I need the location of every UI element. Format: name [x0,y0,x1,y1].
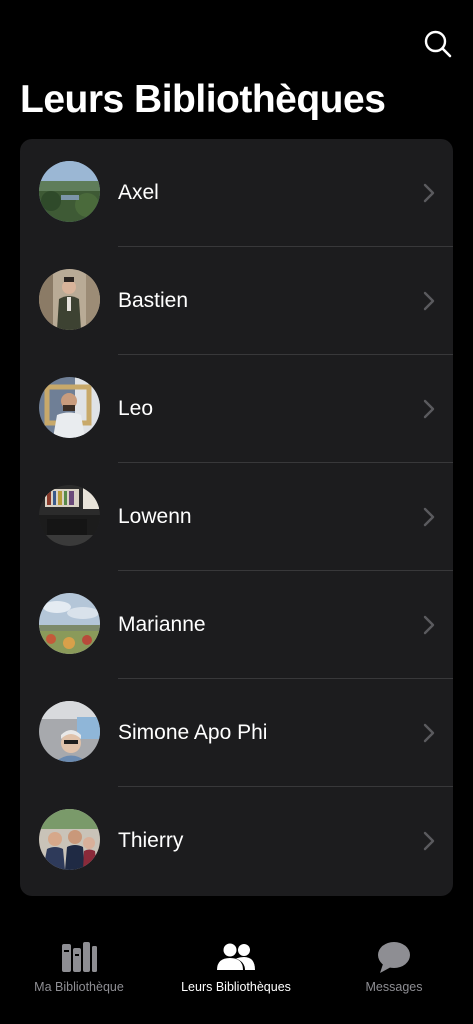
chat-bubble-icon [378,942,410,973]
avatar [39,593,100,654]
chevron-right-icon [423,723,435,743]
tab-leurs-bibliotheques[interactable]: Leurs Bibliothèques [157,940,315,1000]
search-button[interactable] [420,26,456,62]
friend-row-marianne[interactable]: Marianne [20,571,453,679]
friend-row-lowenn[interactable]: Lowenn [20,463,453,571]
friend-name: Bastien [118,289,189,312]
avatar [39,161,100,222]
tab-ma-bibliotheque[interactable]: Ma Bibliothèque [0,940,158,1000]
friends-list: Axel Bastien Leo Lowenn Marianne Simone … [20,139,453,896]
friend-row-leo[interactable]: Leo [20,355,453,463]
chevron-right-icon [423,399,435,419]
chevron-right-icon [423,183,435,203]
page-title: Leurs Bibliothèques [20,78,386,121]
tab-messages[interactable]: Messages [315,940,473,1000]
search-icon [424,30,452,58]
friend-name: Marianne [118,613,206,636]
friend-name: Thierry [118,829,184,852]
books-icon [62,942,97,972]
chevron-right-icon [423,291,435,311]
friend-name: Axel [118,181,159,204]
avatar [39,701,100,762]
friend-row-bastien[interactable]: Bastien [20,247,453,355]
tab-label: Leurs Bibliothèques [181,980,291,994]
friend-name: Leo [118,397,154,420]
avatar [39,377,100,438]
avatar [39,485,100,546]
friend-name: Simone Apo Phi [118,721,268,744]
tab-label: Ma Bibliothèque [34,980,124,994]
friend-name: Lowenn [118,505,192,528]
chevron-right-icon [423,615,435,635]
chevron-right-icon [423,507,435,527]
friend-row-axel[interactable]: Axel [20,139,453,247]
tab-label: Messages [365,980,423,994]
avatar [39,269,100,330]
tab-bar: Ma Bibliothèque Leurs Bibliothèques Mess… [0,930,473,1024]
people-icon [217,943,255,970]
chevron-right-icon [423,831,435,851]
friend-row-thierry[interactable]: Thierry [20,787,453,895]
friend-row-simone-apo-phi[interactable]: Simone Apo Phi [20,679,453,787]
avatar [39,809,100,870]
